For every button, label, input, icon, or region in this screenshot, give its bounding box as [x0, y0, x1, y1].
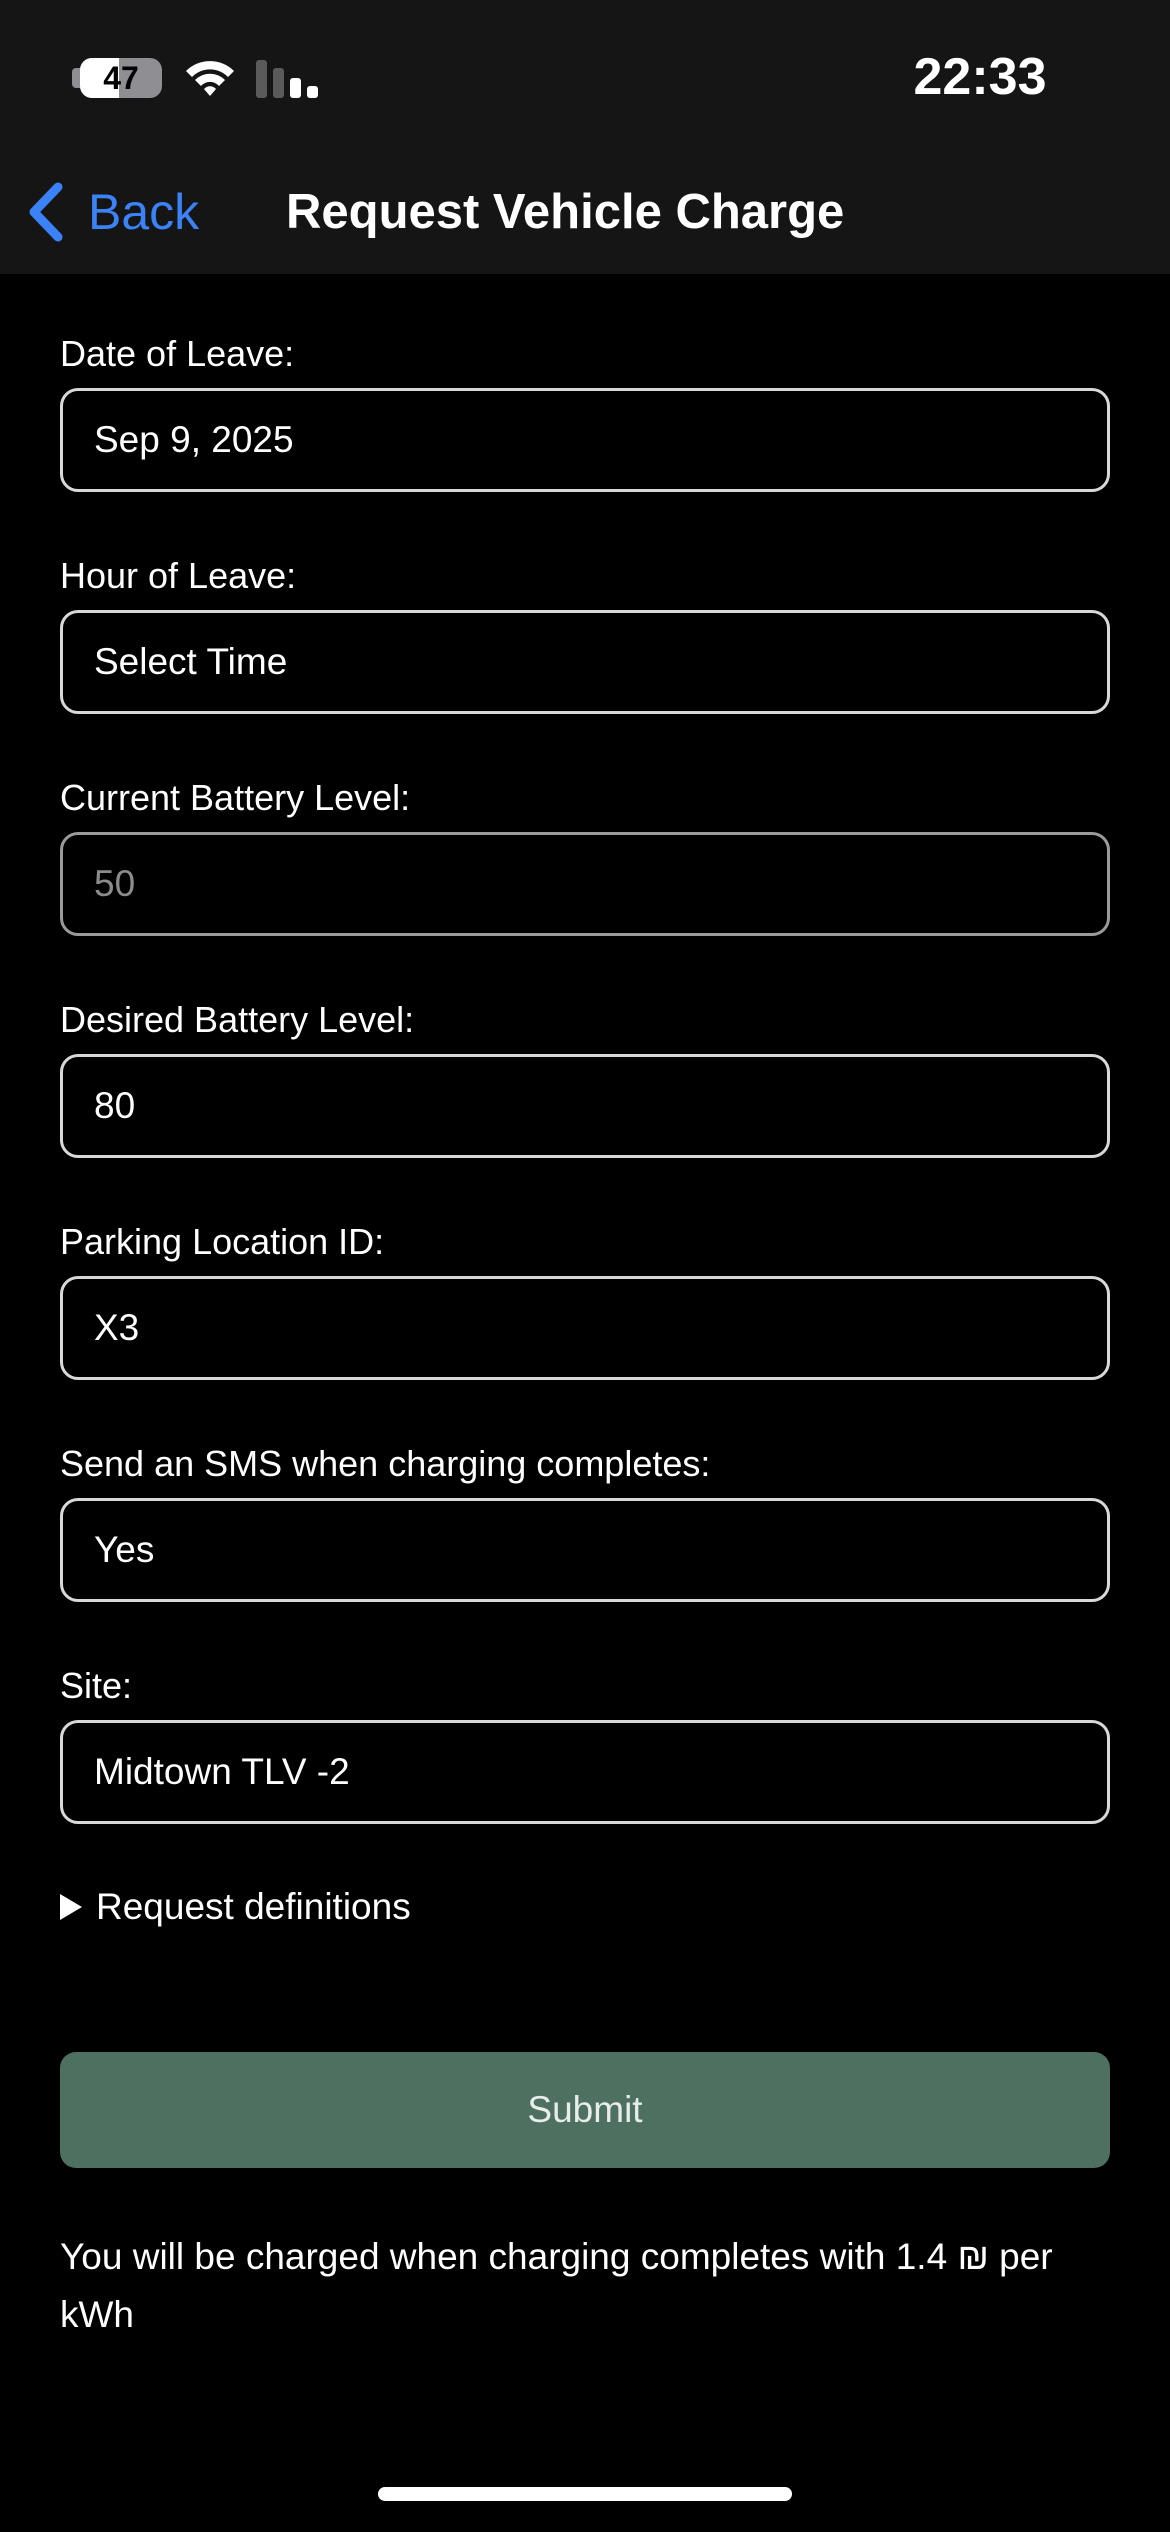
- desired-battery-field: Desired Battery Level: 80: [60, 998, 1110, 1158]
- pricing-note: You will be charged when charging comple…: [60, 2236, 1053, 2335]
- current-battery-input[interactable]: 50: [60, 832, 1110, 936]
- status-bar: 47 22:33: [0, 0, 1170, 150]
- disclosure-triangle-icon: [60, 1894, 82, 1920]
- parking-location-field: Parking Location ID: X3: [60, 1220, 1110, 1380]
- sms-select[interactable]: Yes: [60, 1498, 1110, 1602]
- home-indicator[interactable]: [378, 2487, 792, 2501]
- battery-nub: [72, 68, 80, 88]
- hour-of-leave-picker[interactable]: Select Time: [60, 610, 1110, 714]
- current-battery-label: Current Battery Level:: [60, 777, 411, 818]
- request-definitions-label: Request definitions: [96, 1886, 411, 1927]
- submit-button[interactable]: Submit: [60, 2052, 1110, 2168]
- page-title: Request Vehicle Charge: [286, 185, 845, 239]
- date-of-leave-input[interactable]: Sep 9, 2025: [60, 388, 1110, 492]
- desired-battery-label: Desired Battery Level:: [60, 999, 415, 1040]
- site-select[interactable]: Midtown TLV -2: [60, 1720, 1110, 1824]
- sms-field: Send an SMS when charging completes: Yes: [60, 1442, 1110, 1602]
- parking-location-label: Parking Location ID:: [60, 1221, 385, 1262]
- desired-battery-input[interactable]: 80: [60, 1054, 1110, 1158]
- battery-icon: 47: [80, 58, 162, 98]
- cellular-signal-icon: [256, 60, 318, 98]
- date-of-leave-field: Date of Leave: Sep 9, 2025: [60, 332, 1110, 492]
- wifi-icon: [186, 61, 234, 96]
- current-battery-field: Current Battery Level: 50: [60, 776, 1110, 936]
- back-button[interactable]: Back: [24, 170, 199, 254]
- parking-location-input[interactable]: X3: [60, 1276, 1110, 1380]
- request-definitions-toggle[interactable]: Request definitions: [60, 1882, 411, 1932]
- date-of-leave-label: Date of Leave:: [60, 333, 295, 374]
- status-time: 22:33: [913, 48, 1047, 106]
- battery-level-text: 47: [103, 60, 139, 96]
- hour-of-leave-field: Hour of Leave: Select Time: [60, 554, 1110, 714]
- sms-label: Send an SMS when charging completes:: [60, 1443, 711, 1484]
- chevron-left-icon: [29, 182, 63, 242]
- site-label: Site:: [60, 1665, 133, 1706]
- hour-of-leave-label: Hour of Leave:: [60, 555, 297, 596]
- navigation-bar: Back Request Vehicle Charge: [0, 150, 1170, 274]
- site-field: Site: Midtown TLV -2: [60, 1664, 1110, 1824]
- back-label: Back: [88, 184, 200, 240]
